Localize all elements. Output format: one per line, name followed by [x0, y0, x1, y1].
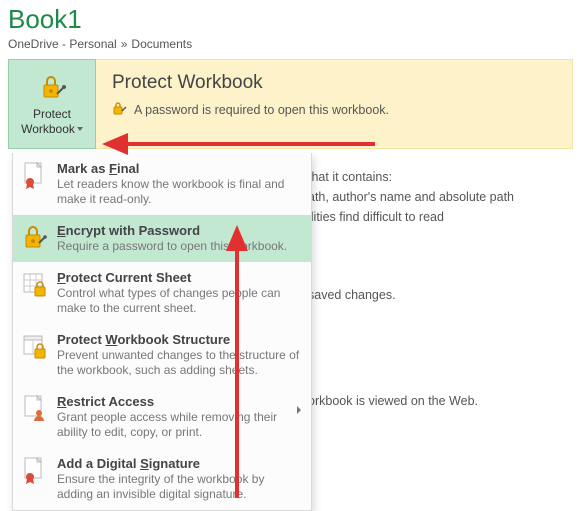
- lock-key-icon: [21, 223, 47, 253]
- menu-item-restrict-access[interactable]: Restrict Access Grant people access whil…: [13, 386, 311, 448]
- banner-text: A password is required to open this work…: [134, 103, 389, 117]
- document-ribbon-icon: [21, 161, 47, 191]
- menu-item-title: Encrypt with Password: [57, 223, 301, 238]
- breadcrumb-separator: »: [121, 37, 128, 51]
- menu-item-desc: Prevent unwanted changes to the structur…: [57, 348, 301, 378]
- annotation-arrow-icon: [100, 129, 380, 162]
- menu-item-encrypt-with-password[interactable]: Encrypt with Password Require a password…: [13, 215, 311, 262]
- breadcrumb-part[interactable]: OneDrive - Personal: [8, 37, 117, 51]
- protect-workbook-menu: Mark as Final Let readers know the workb…: [12, 153, 312, 511]
- menu-item-desc: Let readers know the workbook is final a…: [57, 177, 301, 207]
- menu-item-desc: Control what types of changes people can…: [57, 286, 301, 316]
- lock-key-icon: [112, 100, 128, 119]
- annotation-arrow-icon: [222, 223, 252, 506]
- menu-item-protect-workbook-structure[interactable]: Protect Workbook Structure Prevent unwan…: [13, 324, 311, 386]
- sheet-lock-icon: [21, 270, 47, 300]
- background-partial-text: that it contains: ath, author's name and…: [308, 167, 514, 411]
- lock-key-icon: [37, 72, 67, 107]
- menu-item-title: Protect Current Sheet: [57, 270, 301, 285]
- menu-item-title: Restrict Access: [57, 394, 301, 409]
- menu-item-protect-current-sheet[interactable]: Protect Current Sheet Control what types…: [13, 262, 311, 324]
- menu-item-desc: Grant people access while removing their…: [57, 410, 301, 440]
- chevron-down-icon: [77, 127, 83, 131]
- banner-heading: Protect Workbook: [112, 72, 556, 94]
- menu-item-mark-as-final[interactable]: Mark as Final Let readers know the workb…: [13, 153, 311, 215]
- breadcrumb: OneDrive - Personal » Documents: [8, 37, 573, 51]
- document-person-icon: [21, 394, 47, 424]
- menu-item-desc: Require a password to open this workbook…: [57, 239, 301, 254]
- menu-item-add-digital-signature[interactable]: Add a Digital Signature Ensure the integ…: [13, 448, 311, 510]
- breadcrumb-part[interactable]: Documents: [131, 37, 192, 51]
- protect-workbook-label-line2: Workbook: [21, 122, 83, 136]
- menu-item-desc: Ensure the integrity of the workbook by …: [57, 472, 301, 502]
- workbook-lock-icon: [21, 332, 47, 362]
- protect-workbook-button[interactable]: Protect Workbook: [8, 59, 96, 149]
- workbook-title: Book1: [8, 4, 573, 35]
- menu-item-title: Protect Workbook Structure: [57, 332, 301, 347]
- menu-item-title: Add a Digital Signature: [57, 456, 301, 471]
- protect-workbook-label-line1: Protect: [33, 107, 71, 121]
- document-ribbon-icon: [21, 456, 47, 486]
- menu-item-title: Mark as Final: [57, 161, 301, 176]
